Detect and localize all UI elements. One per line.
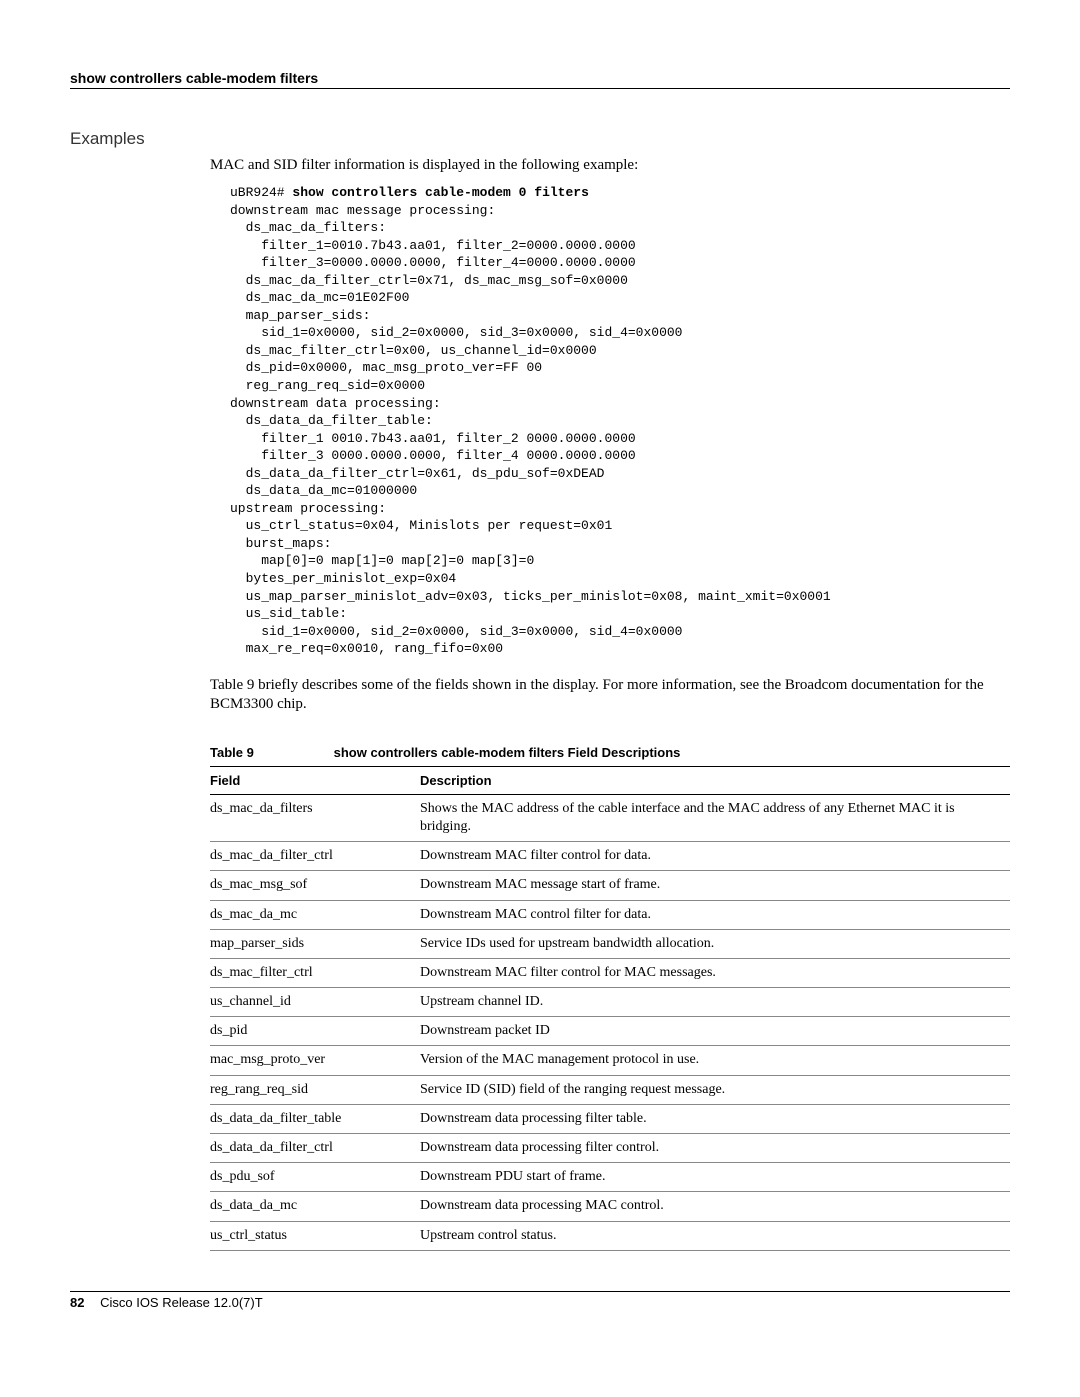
cli-prompt: uBR924#: [230, 185, 292, 200]
field-description-cell: Downstream data processing filter table.: [420, 1104, 1010, 1133]
table-number: Table 9: [210, 745, 330, 760]
field-name-cell: ds_pid: [210, 1017, 420, 1046]
field-description-cell: Downstream MAC filter control for data.: [420, 842, 1010, 871]
table-row: ds_data_da_mcDownstream data processing …: [210, 1192, 1010, 1221]
field-name-cell: ds_data_da_filter_ctrl: [210, 1134, 420, 1163]
table-row: mac_msg_proto_verVersion of the MAC mana…: [210, 1046, 1010, 1075]
field-description-cell: Downstream MAC filter control for MAC me…: [420, 958, 1010, 987]
field-description-cell: Service ID (SID) field of the ranging re…: [420, 1075, 1010, 1104]
table-row: reg_rang_req_sidService ID (SID) field o…: [210, 1075, 1010, 1104]
field-name-cell: ds_data_da_mc: [210, 1192, 420, 1221]
field-name-cell: mac_msg_proto_ver: [210, 1046, 420, 1075]
header-divider: [70, 88, 1010, 89]
field-description-cell: Downstream PDU start of frame.: [420, 1163, 1010, 1192]
table-row: ds_mac_da_filtersShows the MAC address o…: [210, 794, 1010, 841]
field-description-cell: Downstream data processing MAC control.: [420, 1192, 1010, 1221]
field-description-cell: Service IDs used for upstream bandwidth …: [420, 929, 1010, 958]
content-body: MAC and SID filter information is displa…: [210, 157, 1010, 1251]
table-caption: Table 9 show controllers cable-modem fil…: [210, 745, 1010, 760]
field-name-cell: ds_data_da_filter_table: [210, 1104, 420, 1133]
field-name-cell: ds_mac_filter_ctrl: [210, 958, 420, 987]
table-row: ds_mac_msg_sofDownstream MAC message sta…: [210, 871, 1010, 900]
field-descriptions-table: Field Description ds_mac_da_filtersShows…: [210, 766, 1010, 1251]
page: show controllers cable-modem filters Exa…: [0, 0, 1080, 1350]
col-header-field: Field: [210, 766, 420, 794]
field-description-cell: Upstream control status.: [420, 1221, 1010, 1250]
field-description-cell: Version of the MAC management protocol i…: [420, 1046, 1010, 1075]
field-description-cell: Shows the MAC address of the cable inter…: [420, 794, 1010, 841]
field-name-cell: us_channel_id: [210, 988, 420, 1017]
table-title: show controllers cable-modem filters Fie…: [334, 745, 681, 760]
field-description-cell: Downstream packet ID: [420, 1017, 1010, 1046]
field-description-cell: Downstream data processing filter contro…: [420, 1134, 1010, 1163]
field-name-cell: ds_pdu_sof: [210, 1163, 420, 1192]
table-row: us_channel_idUpstream channel ID.: [210, 988, 1010, 1017]
footer-doc-title: Cisco IOS Release 12.0(7)T: [100, 1295, 263, 1310]
intro-text: MAC and SID filter information is displa…: [210, 157, 1010, 174]
table-row: ds_pidDownstream packet ID: [210, 1017, 1010, 1046]
table-row: ds_mac_da_filter_ctrlDownstream MAC filt…: [210, 842, 1010, 871]
field-name-cell: ds_mac_da_filter_ctrl: [210, 842, 420, 871]
field-name-cell: reg_rang_req_sid: [210, 1075, 420, 1104]
field-name-cell: map_parser_sids: [210, 929, 420, 958]
field-description-cell: Downstream MAC control filter for data.: [420, 900, 1010, 929]
cli-output-body: downstream mac message processing: ds_ma…: [230, 203, 831, 657]
field-description-cell: Upstream channel ID.: [420, 988, 1010, 1017]
table-row: ds_mac_da_mcDownstream MAC control filte…: [210, 900, 1010, 929]
field-name-cell: ds_mac_da_mc: [210, 900, 420, 929]
page-footer: 82 Cisco IOS Release 12.0(7)T: [70, 1291, 1010, 1310]
table-row: ds_data_da_filter_ctrlDownstream data pr…: [210, 1134, 1010, 1163]
field-name-cell: ds_mac_msg_sof: [210, 871, 420, 900]
table-row: us_ctrl_statusUpstream control status.: [210, 1221, 1010, 1250]
section-label-examples: Examples: [70, 129, 1010, 149]
page-header-title: show controllers cable-modem filters: [70, 70, 1010, 86]
cli-command: show controllers cable-modem 0 filters: [292, 185, 588, 200]
page-number: 82: [70, 1295, 84, 1310]
field-name-cell: ds_mac_da_filters: [210, 794, 420, 841]
table-row: ds_pdu_sofDownstream PDU start of frame.: [210, 1163, 1010, 1192]
post-code-paragraph: Table 9 briefly describes some of the fi…: [210, 676, 1010, 715]
field-description-cell: Downstream MAC message start of frame.: [420, 871, 1010, 900]
col-header-description: Description: [420, 766, 1010, 794]
field-name-cell: us_ctrl_status: [210, 1221, 420, 1250]
table-row: map_parser_sidsService IDs used for upst…: [210, 929, 1010, 958]
table-row: ds_data_da_filter_tableDownstream data p…: [210, 1104, 1010, 1133]
table-row: ds_mac_filter_ctrlDownstream MAC filter …: [210, 958, 1010, 987]
table-header-row: Field Description: [210, 766, 1010, 794]
example-output: uBR924# show controllers cable-modem 0 f…: [230, 184, 1010, 658]
